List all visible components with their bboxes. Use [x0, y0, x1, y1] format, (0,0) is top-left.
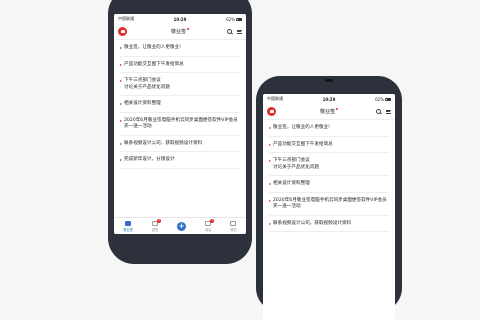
tab-0[interactable]: 敬业签: [123, 220, 133, 232]
tab-label: 消息: [204, 227, 212, 232]
phone-left-screen: 中国联通 10:29 62% 敬业签 敬业签，让敬业的人更敬业! 产品功能交互图下…: [114, 14, 246, 234]
menu-icon[interactable]: [386, 109, 391, 114]
menu-icon[interactable]: [237, 29, 242, 34]
tab-2[interactable]: +: [177, 221, 187, 231]
flag-icon: [269, 127, 271, 129]
status-bar: 中国联通 10:29 62%: [114, 14, 246, 24]
battery-icon: [236, 17, 242, 21]
list-item[interactable]: 相关设计资料整理: [120, 96, 240, 113]
status-bar: 中国联通 10:29 62%: [263, 94, 395, 104]
app-logo[interactable]: [267, 107, 276, 116]
app-header: 敬业签: [263, 104, 395, 120]
tab-label: 团签: [151, 227, 159, 232]
item-title: 相关设计资料整理: [124, 101, 161, 106]
tab-label: 敬业签: [123, 227, 133, 232]
item-title: 完成新年设计，分镜设计: [124, 157, 175, 162]
page-title-text: 敬业签: [170, 29, 186, 35]
flag-icon: [269, 199, 271, 202]
item-title: 产品功能交互图下午发给简总: [124, 61, 184, 67]
list-item[interactable]: 2020年6月敬业签电脑手机云同步桌面便签软件VIP会员买一送一活动: [120, 113, 240, 136]
tab-icon: [125, 220, 132, 226]
flag-icon: [120, 80, 122, 82]
flag-icon: [120, 103, 122, 105]
list-item[interactable]: 相关设计资料整理: [269, 176, 389, 193]
item-title: 联系视频设计公司，获取视频设计资料: [124, 140, 203, 146]
flag-icon: [269, 183, 271, 185]
item-title: 2020年6月敬业签电脑手机云同步桌面便签软件VIP会员买一送一活动: [124, 117, 238, 130]
list-item[interactable]: 产品功能交互图下午发给简总: [269, 137, 389, 153]
list-item[interactable]: 敬业签，让敬业的人更敬业!: [269, 120, 389, 137]
title-dot: [336, 108, 338, 110]
tab-3[interactable]: 消息 1: [204, 218, 215, 232]
item-title: 敬业签，让敬业的人更敬业!: [273, 125, 330, 130]
tab-bar: 敬业签 团签 1 + 消息 1 我的: [114, 217, 246, 234]
phone-right-screen: 中国联通 10:29 62% 敬业签 敬业签，让敬业的人更敬业! 产品功能交互图下…: [263, 94, 395, 320]
flag-icon: [120, 119, 122, 122]
list-item[interactable]: 产品功能交互图下午发给简总: [120, 57, 240, 73]
tab-label: 我的: [230, 227, 237, 232]
flag-icon: [120, 47, 122, 49]
note-list: 敬业签，让敬业的人更敬业! 产品功能交互图下午发给简总下午三点部门会议 讨论关于产…: [263, 120, 395, 232]
item-title: 联系视频设计公司，获取视频设计资料: [273, 220, 352, 226]
tab-4[interactable]: 我的: [230, 220, 237, 232]
item-title: 下午三点部门会议 讨论关于产品优化问题: [273, 158, 319, 170]
flag-icon: [269, 143, 271, 146]
item-title: 相关设计资料整理: [273, 181, 310, 186]
item-title: 下午三点部门会议 讨论关于产品优化问题: [124, 78, 170, 90]
list-item[interactable]: 2020年6月敬业签电脑手机云同步桌面便签软件VIP会员买一送一活动: [269, 193, 389, 216]
clock: 10:29: [322, 96, 336, 102]
list-item[interactable]: 联系视频设计公司，获取视频设计资料: [120, 136, 240, 152]
add-icon[interactable]: +: [177, 221, 187, 231]
search-icon[interactable]: [376, 109, 381, 114]
tab-1[interactable]: 团签 1: [151, 218, 162, 232]
list-item[interactable]: 联系视频设计公司，获取视频设计资料: [269, 216, 389, 232]
flag-icon: [120, 159, 122, 161]
clock: 10:29: [173, 16, 187, 22]
flag-icon: [120, 142, 122, 145]
flag-icon: [269, 222, 271, 225]
item-title: 敬业签，让敬业的人更敬业!: [124, 45, 181, 50]
battery-icon: [385, 97, 391, 101]
badge: 1: [210, 218, 215, 223]
phone-left: 中国联通 10:29 62% 敬业签 敬业签，让敬业的人更敬业! 产品功能交互图下…: [108, 0, 252, 264]
app-header: 敬业签: [114, 24, 246, 40]
camera-notch: [325, 79, 333, 82]
item-title: 产品功能交互图下午发给简总: [273, 141, 333, 147]
list-item[interactable]: 下午三点部门会议 讨论关于产品优化问题: [269, 153, 389, 176]
list-item[interactable]: 下午三点部门会议 讨论关于产品优化问题: [120, 73, 240, 96]
tab-icon: [230, 220, 237, 226]
badge: 1: [157, 218, 162, 223]
title-dot: [187, 28, 189, 30]
flag-icon: [120, 63, 122, 66]
list-item[interactable]: 完成新年设计，分镜设计: [120, 152, 240, 169]
phone-right: 中国联通 10:29 62% 敬业签 敬业签，让敬业的人更敬业! 产品功能交互图下…: [256, 76, 402, 320]
list-item[interactable]: 敬业签，让敬业的人更敬业!: [120, 40, 240, 57]
page-title-text: 敬业签: [319, 109, 335, 115]
note-list: 敬业签，让敬业的人更敬业! 产品功能交互图下午发给简总下午三点部门会议 讨论关于产…: [114, 40, 246, 169]
item-title: 2020年6月敬业签电脑手机云同步桌面便签软件VIP会员买一送一活动: [273, 197, 387, 210]
flag-icon: [269, 160, 271, 162]
search-icon[interactable]: [227, 29, 232, 34]
app-logo[interactable]: [118, 27, 127, 36]
